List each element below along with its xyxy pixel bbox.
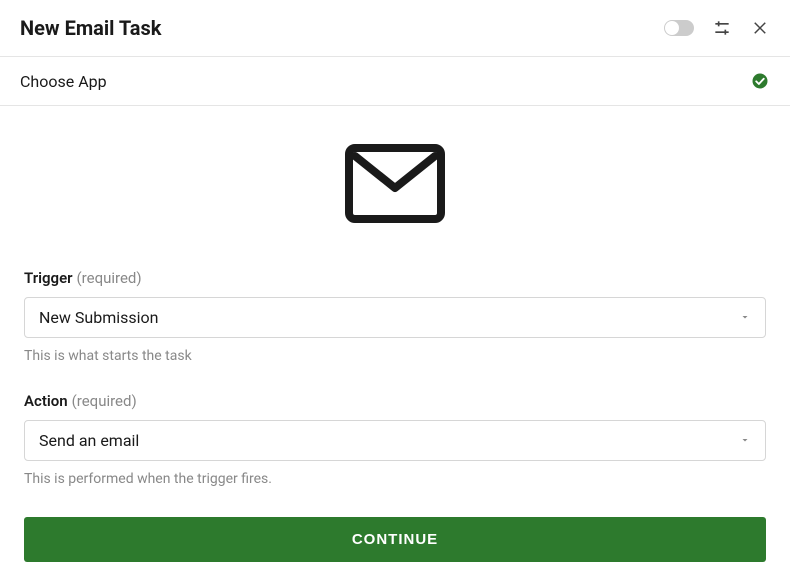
header-actions [664,18,770,38]
trigger-field: Trigger (required) New Submission This i… [24,269,766,364]
action-field: Action (required) Send an email This is … [24,392,766,487]
page-header: New Email Task [0,0,790,57]
action-label: Action (required) [24,392,766,410]
settings-sliders-icon[interactable] [712,18,732,38]
action-help-text: This is performed when the trigger fires… [24,471,766,487]
check-complete-icon [750,71,770,91]
caret-down-icon [739,308,751,327]
trigger-label: Trigger (required) [24,269,766,287]
action-select[interactable]: Send an email [24,420,766,461]
app-icon-row [24,106,766,255]
action-label-text: Action [24,392,68,410]
trigger-select-value: New Submission [39,308,158,327]
toggle-switch[interactable] [664,20,694,36]
continue-button[interactable]: CONTINUE [24,517,766,562]
action-required-text: (required) [72,392,137,410]
page-title: New Email Task [20,16,161,40]
trigger-label-text: Trigger [24,269,73,287]
caret-down-icon [739,431,751,450]
trigger-select[interactable]: New Submission [24,297,766,338]
section-title: Choose App [20,72,107,91]
section-header: Choose App [0,57,790,106]
trigger-required-text: (required) [77,269,142,287]
trigger-help-text: This is what starts the task [24,348,766,364]
close-icon[interactable] [750,18,770,38]
content-area: Trigger (required) New Submission This i… [0,106,790,586]
action-select-value: Send an email [39,431,139,450]
mail-icon [345,144,445,223]
